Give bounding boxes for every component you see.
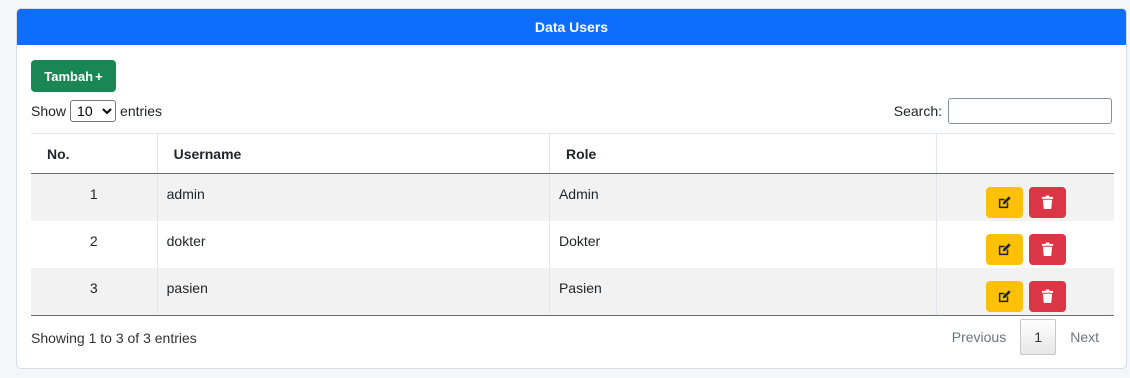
search-control: Search: [894,98,1112,124]
search-label: Search: [893,103,942,119]
table-header-row: No. Username Role [31,133,1114,174]
edit-icon [998,196,1011,209]
cell-actions [936,173,1114,221]
edit-icon [998,243,1011,256]
row-role: Dokter [558,232,601,249]
trash-icon [1041,242,1053,256]
edit-button[interactable] [985,187,1023,218]
delete-button[interactable] [1028,281,1066,312]
page-1-button[interactable]: 1 [1020,319,1057,355]
plus-icon: + [95,68,103,84]
table-row: 3 pasien Pasien [31,268,1114,316]
edit-icon [998,290,1011,303]
previous-page-button[interactable]: Previous [938,329,1020,345]
cell-actions [936,268,1114,316]
entries-length-control: Show 10 entries [31,100,162,122]
header-role[interactable]: Role [548,133,937,174]
cell-no: 1 [31,173,158,221]
table-row: 1 admin Admin [31,173,1114,221]
trash-icon [1041,195,1053,209]
search-input[interactable] [948,98,1112,124]
delete-button[interactable] [1028,234,1066,265]
data-users-card: Data Users Tambah + Show 10 entries Sear… [16,8,1127,369]
row-username: admin [166,185,205,202]
header-actions [936,133,1114,174]
table-row: 2 dokter Dokter [31,221,1114,268]
users-table: No. Username Role 1 admin Admin 2 dokter… [31,133,1114,316]
delete-button[interactable] [1028,187,1066,218]
table-info: Showing 1 to 3 of 3 entries [31,330,197,346]
cell-role: Pasien [548,268,937,316]
trash-icon [1041,289,1053,303]
add-user-button[interactable]: Tambah + [31,60,116,92]
row-number: 3 [89,279,98,296]
header-username[interactable]: Username [156,133,550,174]
pagination: Previous 1 Next [938,319,1113,355]
cell-no: 3 [31,268,158,316]
card-title: Data Users [17,9,1126,45]
next-page-button[interactable]: Next [1056,329,1113,345]
add-button-label: Tambah [44,68,94,84]
row-number: 1 [89,185,98,202]
cell-username: pasien [156,268,550,316]
row-username: dokter [166,232,206,249]
edit-button[interactable] [985,281,1023,312]
row-role: Pasien [558,279,602,296]
entries-select[interactable]: 10 [70,100,117,122]
row-number: 2 [89,232,98,249]
cell-username: admin [156,173,550,221]
edit-button[interactable] [985,234,1023,265]
cell-actions [936,221,1114,268]
row-username: pasien [166,279,208,296]
show-label: Show [31,103,67,119]
row-role: Admin [558,185,599,202]
cell-role: Admin [548,173,937,221]
cell-no: 2 [31,221,157,268]
cell-username: dokter [156,221,550,268]
cell-role: Dokter [548,221,937,268]
entries-label: entries [120,103,163,119]
header-no[interactable]: No. [31,133,158,174]
